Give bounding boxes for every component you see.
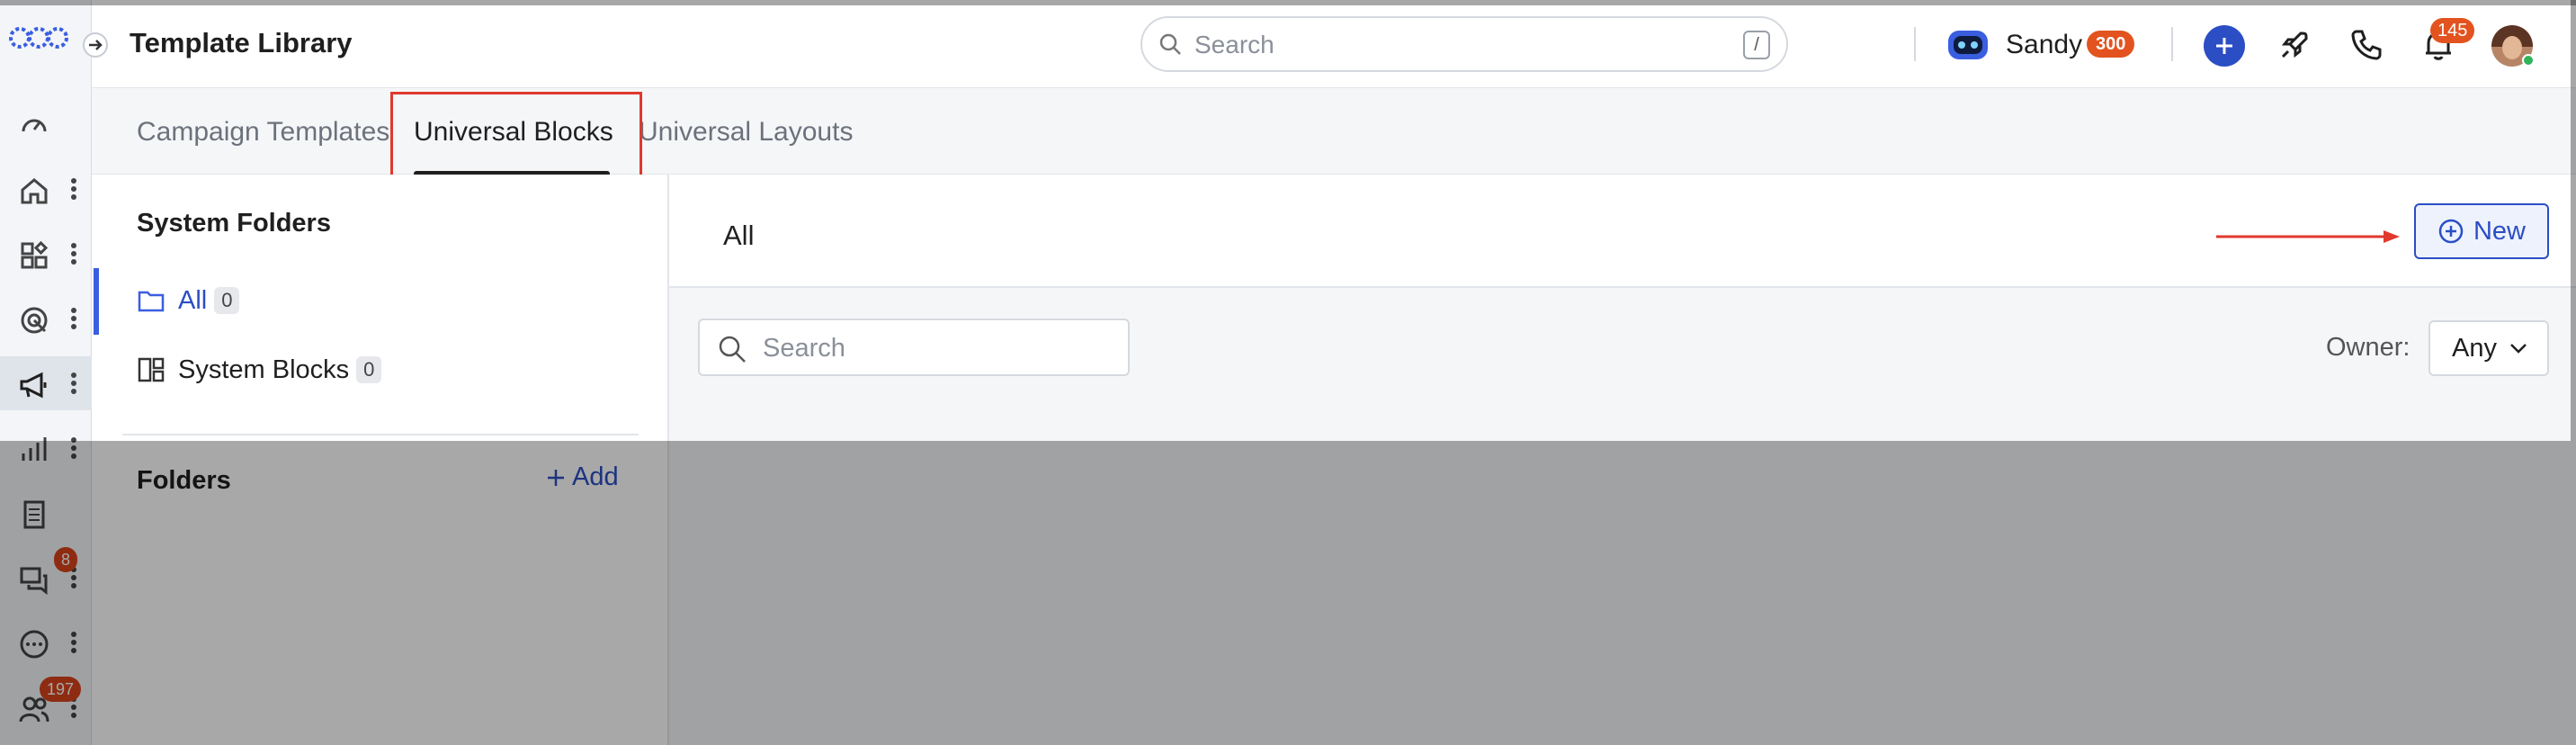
folder-count: 0: [356, 356, 382, 383]
reports-icon: [22, 437, 47, 461]
global-search-input[interactable]: [1194, 27, 1698, 63]
folder-label: System Blocks: [178, 355, 350, 384]
tab-campaign-templates[interactable]: Campaign Templates: [137, 117, 389, 148]
avatar-face: [2502, 36, 2522, 59]
notifications-badge: 145: [2430, 18, 2475, 43]
folder-icon: [138, 291, 165, 312]
folder-item-system-blocks[interactable]: System Blocks 0: [137, 352, 382, 388]
search-shortcut-key: /: [1743, 31, 1770, 59]
rail-item-home[interactable]: [0, 162, 92, 216]
plus-icon: [2216, 38, 2232, 54]
panel-divider: [122, 434, 639, 435]
more-vertical-icon[interactable]: [70, 242, 77, 265]
folder-count: 0: [214, 287, 240, 314]
rocket-icon[interactable]: [2277, 28, 2312, 62]
online-status-dot: [2522, 54, 2535, 67]
blocks-icon: [138, 357, 165, 382]
header-divider: [1914, 27, 1916, 61]
home-icon: [21, 178, 48, 204]
rail-item-dashboard[interactable]: [0, 97, 92, 151]
search-icon: [719, 336, 746, 363]
new-button-label: New: [2473, 216, 2526, 246]
new-block-button[interactable]: New: [2414, 203, 2549, 259]
plus-circle-icon: [2438, 219, 2464, 244]
left-nav-rail: 8 197: [0, 0, 92, 745]
plus-icon: [548, 469, 564, 486]
rail-item-more[interactable]: [0, 615, 92, 669]
folder-item-all[interactable]: All 0: [137, 283, 240, 319]
arrow-right-icon: [89, 40, 103, 50]
add-folder-label: Add: [572, 462, 619, 491]
rail-item-chat[interactable]: [0, 551, 92, 605]
owner-filter-select[interactable]: Any: [2428, 320, 2549, 376]
logo-icon: [9, 27, 68, 49]
rail-item-target[interactable]: [0, 292, 92, 346]
header-divider: [2171, 27, 2173, 61]
chat-unread-badge: 8: [54, 547, 78, 572]
folders-title: Folders: [137, 466, 231, 495]
blocks-search-input[interactable]: [763, 331, 1105, 365]
blocks-search[interactable]: [698, 319, 1130, 376]
rail-item-documents[interactable]: [0, 486, 92, 540]
megaphone-icon: [20, 372, 47, 399]
more-vertical-icon[interactable]: [70, 631, 77, 654]
phone-icon[interactable]: [2349, 28, 2384, 62]
tab-universal-layouts[interactable]: Universal Layouts: [639, 117, 853, 148]
more-vertical-icon[interactable]: [70, 177, 77, 201]
more-icon: [20, 630, 49, 659]
owner-filter-value: Any: [2452, 333, 2497, 363]
dashboard-icon: [22, 119, 47, 132]
bot-avatar-icon: [1948, 31, 1988, 59]
people-badge: 197: [40, 677, 82, 702]
target-icon: [21, 307, 48, 334]
system-folders-title: System Folders: [137, 209, 331, 238]
user-points-badge: 300: [2087, 31, 2135, 58]
rail-item-apps[interactable]: [0, 227, 92, 281]
page-title: Template Library: [130, 27, 353, 58]
more-vertical-icon[interactable]: [70, 372, 77, 395]
folders-panel: [92, 175, 669, 745]
add-folder-button[interactable]: Add: [545, 462, 619, 492]
chevron-down-icon: [2510, 344, 2527, 354]
more-vertical-icon[interactable]: [70, 307, 77, 330]
user-name[interactable]: Sandy: [2006, 30, 2082, 60]
document-icon: [23, 500, 45, 529]
global-search[interactable]: /: [1140, 16, 1788, 72]
apps-icon: [21, 240, 49, 269]
active-folder-indicator: [94, 268, 99, 335]
rail-item-marketing[interactable]: [0, 356, 92, 410]
content-title: All: [723, 220, 755, 251]
search-icon: [1159, 33, 1181, 55]
owner-filter-label: Owner:: [2326, 333, 2411, 362]
arrow-annotation-icon: [2216, 230, 2400, 243]
folder-label: All: [178, 285, 208, 315]
more-vertical-icon[interactable]: [70, 436, 77, 460]
quick-add-button[interactable]: [2204, 25, 2245, 67]
chat-icon: [20, 567, 48, 596]
rail-item-reports[interactable]: [0, 421, 92, 475]
expand-rail-button[interactable]: [83, 32, 108, 58]
